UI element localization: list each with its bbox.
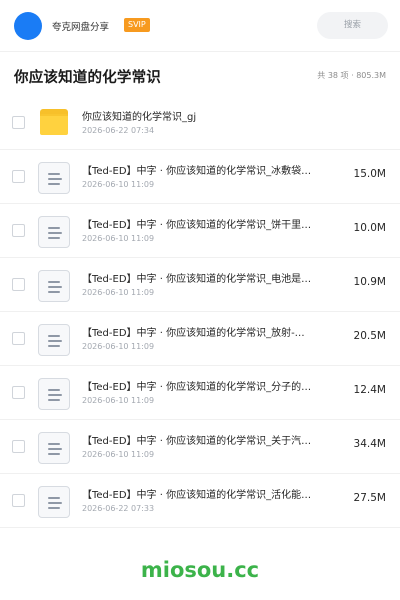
file-name: 【Ted-ED】中字 · 你应该知道的化学常识_冰敷袋…: [82, 166, 312, 177]
file-size: 27.5M: [353, 492, 386, 504]
row-checkbox[interactable]: [12, 440, 25, 453]
file-size: 34.4M: [353, 438, 386, 450]
document-icon: [38, 324, 70, 356]
document-icon: [38, 162, 70, 194]
folder-icon: [38, 108, 70, 140]
page-title: 你应该知道的化学常识: [14, 70, 161, 86]
file-size: 10.0M: [353, 222, 386, 234]
document-icon: [38, 270, 70, 302]
file-date: 2026-06-10 11:09: [82, 450, 155, 459]
row-checkbox[interactable]: [12, 278, 25, 291]
file-row[interactable]: 【Ted-ED】中字 · 你应该知道的化学常识_饼干里… 2026-06-10 …: [0, 204, 400, 258]
search-input[interactable]: 搜索: [317, 12, 388, 39]
file-date: 2026-06-10 11:09: [82, 288, 155, 297]
file-row[interactable]: 【Ted-ED】中字 · 你应该知道的化学常识_冰敷袋… 2026-06-10 …: [0, 150, 400, 204]
avatar[interactable]: [14, 12, 42, 40]
row-checkbox[interactable]: [12, 494, 25, 507]
file-size: 10.9M: [353, 276, 386, 288]
file-name: 【Ted-ED】中字 · 你应该知道的化学常识_活化能…: [82, 490, 312, 501]
file-row[interactable]: 【Ted-ED】中字 · 你应该知道的化学常识_关于汽… 2026-06-10 …: [0, 420, 400, 474]
file-name: 你应该知道的化学常识_gj: [82, 112, 197, 123]
row-checkbox[interactable]: [12, 116, 25, 129]
file-date: 2026-06-10 11:09: [82, 342, 155, 351]
file-date: 2026-06-22 07:33: [82, 504, 155, 513]
file-row[interactable]: 【Ted-ED】中字 · 你应该知道的化学常识_电池是… 2026-06-10 …: [0, 258, 400, 312]
row-checkbox[interactable]: [12, 170, 25, 183]
file-name: 【Ted-ED】中字 · 你应该知道的化学常识_电池是…: [82, 274, 312, 285]
row-checkbox[interactable]: [12, 386, 25, 399]
row-checkbox[interactable]: [12, 332, 25, 345]
title-row: 你应该知道的化学常识 共 38 项 · 805.3M: [0, 52, 400, 96]
row-checkbox[interactable]: [12, 224, 25, 237]
svip-badge: SVIP: [124, 18, 150, 32]
watermark: miosou.cc: [140, 558, 260, 582]
file-size: 20.5M: [353, 330, 386, 342]
document-icon: [38, 378, 70, 410]
file-row-folder[interactable]: 你应该知道的化学常识_gj 2026-06-22 07:34: [0, 96, 400, 150]
item-summary: 共 38 项 · 805.3M: [317, 71, 386, 80]
document-icon: [38, 486, 70, 518]
file-date: 2026-06-22 07:34: [82, 126, 155, 135]
brand-name: 夸克网盘分享: [52, 22, 110, 33]
file-row[interactable]: 【Ted-ED】中字 · 你应该知道的化学常识_活化能… 2026-06-22 …: [0, 474, 400, 528]
file-size: 15.0M: [353, 168, 386, 180]
file-size: 12.4M: [353, 384, 386, 396]
file-list: 你应该知道的化学常识_gj 2026-06-22 07:34 【Ted-ED】中…: [0, 96, 400, 528]
file-name: 【Ted-ED】中字 · 你应该知道的化学常识_饼干里…: [82, 220, 312, 231]
file-name: 【Ted-ED】中字 · 你应该知道的化学常识_关于汽…: [82, 436, 312, 447]
document-icon: [38, 432, 70, 464]
file-row[interactable]: 【Ted-ED】中字 · 你应该知道的化学常识_分子的… 2026-06-10 …: [0, 366, 400, 420]
top-bar: 夸克网盘分享 SVIP 搜索: [0, 0, 400, 52]
file-name: 【Ted-ED】中字 · 你应该知道的化学常识_放射-…: [82, 328, 305, 339]
document-icon: [38, 216, 70, 248]
file-date: 2026-06-10 11:09: [82, 396, 155, 405]
file-date: 2026-06-10 11:09: [82, 180, 155, 189]
file-date: 2026-06-10 11:09: [82, 234, 155, 243]
file-row[interactable]: 【Ted-ED】中字 · 你应该知道的化学常识_放射-… 2026-06-10 …: [0, 312, 400, 366]
file-name: 【Ted-ED】中字 · 你应该知道的化学常识_分子的…: [82, 382, 312, 393]
